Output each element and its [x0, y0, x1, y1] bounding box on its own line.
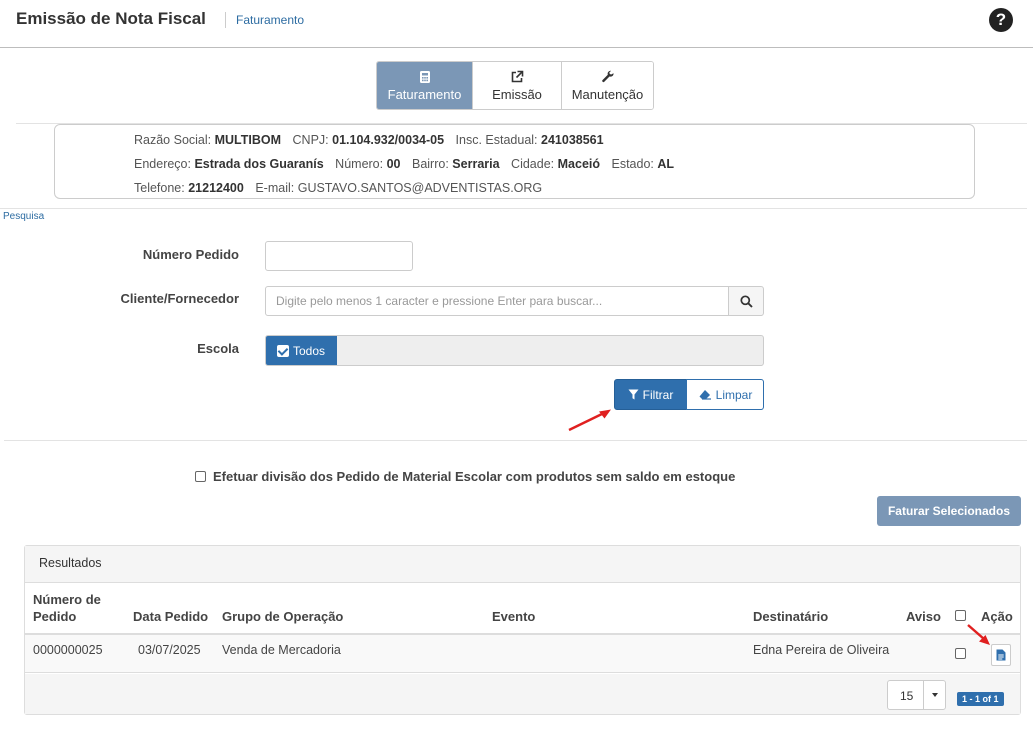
faturar-selecionados-button[interactable]: Faturar Selecionados — [877, 496, 1021, 526]
eraser-icon — [699, 389, 711, 400]
filtrar-button[interactable]: Filtrar — [614, 379, 687, 410]
table-row[interactable]: 0000000025 03/07/2025 Venda de Mercadori… — [25, 635, 1020, 673]
endereco-value: Estrada dos Guaranís — [194, 157, 324, 171]
email-value: GUSTAVO.SANTOS@ADVENTISTAS.ORG — [297, 181, 543, 195]
file-text-icon — [996, 649, 1006, 661]
external-link-icon — [511, 70, 524, 82]
tab-label: Emissão — [492, 86, 542, 102]
pagination-info: 1 - 1 of 1 — [957, 692, 1004, 706]
search-icon — [739, 294, 753, 308]
company-line-1: Razão Social: MULTIBOM CNPJ: 01.104.932/… — [134, 133, 604, 147]
tab-manutencao[interactable]: Manutenção — [561, 62, 653, 109]
page-size-dropdown-toggle[interactable] — [923, 681, 945, 709]
escola-todos-chip[interactable]: Todos — [266, 336, 337, 365]
tab-label: Faturamento — [387, 86, 462, 102]
results-panel: Resultados Número de Pedido Data Pedido … — [24, 545, 1021, 715]
escola-selected-label: Todos — [293, 343, 326, 358]
col-grupo-operacao[interactable]: Grupo de Operação — [222, 609, 343, 624]
annotation-arrow-icon — [967, 624, 990, 645]
emitir-nota-button[interactable] — [991, 644, 1011, 666]
results-title: Resultados — [25, 546, 1020, 583]
escola-label: Escola — [197, 341, 239, 356]
page-size-value: 15 — [900, 689, 914, 703]
tab-faturamento[interactable]: Faturamento — [377, 62, 472, 109]
divisao-checkbox[interactable] — [195, 471, 206, 482]
caret-down-icon — [931, 693, 938, 697]
cidade-value: Maceió — [557, 157, 601, 171]
cnpj-value: 01.104.932/0034-05 — [332, 133, 445, 147]
razao-social-value: MULTIBOM — [214, 133, 282, 147]
numero-pedido-input[interactable] — [265, 241, 413, 271]
company-info-card: Razão Social: MULTIBOM CNPJ: 01.104.932/… — [54, 124, 975, 199]
page-header: Emissão de Nota Fiscal Faturamento ? — [0, 0, 1033, 48]
section-label-pesquisa: Pesquisa — [3, 211, 45, 222]
estado-value: AL — [657, 157, 675, 171]
numero-pedido-label: Número Pedido — [142, 247, 239, 262]
question-circle-icon[interactable]: ? — [989, 8, 1013, 32]
select-all-checkbox[interactable] — [955, 610, 966, 621]
col-numero-pedido[interactable]: Número de Pedido — [33, 591, 101, 625]
divisao-option[interactable]: Efetuar divisão dos Pedido de Material E… — [195, 469, 735, 484]
telefone-value: 21212400 — [188, 181, 244, 195]
page-size-select[interactable]: 15 — [887, 680, 946, 710]
calculator-icon — [419, 70, 430, 83]
cliente-fornecedor-input[interactable]: Digite pelo menos 1 caracter e pressione… — [265, 286, 729, 316]
annotation-arrow-icon — [568, 409, 611, 432]
numero-value: 00 — [386, 157, 401, 171]
col-aviso[interactable]: Aviso — [906, 609, 941, 624]
inscricao-estadual-value: 241038561 — [541, 133, 604, 147]
filtrar-label: Filtrar — [642, 387, 674, 402]
check-square-icon — [277, 344, 289, 357]
col-data-pedido[interactable]: Data Pedido — [133, 609, 208, 624]
cell-grupo: Venda de Mercadoria — [222, 643, 341, 657]
cliente-fornecedor-label: Cliente/Fornecedor — [120, 291, 239, 306]
col-evento[interactable]: Evento — [492, 609, 535, 624]
divisao-label: Efetuar divisão dos Pedido de Material E… — [213, 469, 736, 484]
page-title: Emissão de Nota Fiscal — [16, 9, 206, 28]
divider — [0, 208, 1027, 209]
tab-emissao[interactable]: Emissão — [472, 62, 561, 109]
bairro-value: Serraria — [452, 157, 500, 171]
escola-selector[interactable]: Todos — [265, 335, 764, 366]
col-destinatario[interactable]: Destinatário — [753, 609, 828, 624]
header-separator — [225, 12, 226, 28]
results-table-header: Número de Pedido Data Pedido Grupo de Op… — [25, 584, 1020, 635]
tab-label: Manutenção — [571, 86, 644, 102]
company-line-3: Telefone: 21212400 E-mail: GUSTAVO.SANTO… — [134, 181, 543, 195]
module-tabs: Faturamento Emissão Manutenção — [376, 61, 654, 110]
company-line-2: Endereço: Estrada dos Guaranís Número: 0… — [134, 157, 675, 171]
filter-icon — [628, 389, 639, 400]
divider — [4, 440, 1027, 441]
breadcrumb[interactable]: Faturamento — [236, 13, 304, 27]
row-select-checkbox[interactable] — [955, 648, 966, 659]
cell-numero: 0000000025 — [33, 643, 103, 657]
limpar-button[interactable]: Limpar — [686, 379, 764, 410]
cell-data: 03/07/2025 — [138, 643, 201, 657]
wrench-icon — [601, 70, 614, 82]
search-button[interactable] — [728, 286, 764, 316]
limpar-label: Limpar — [715, 387, 753, 402]
cell-destinatario: Edna Pereira de Oliveira — [753, 643, 890, 657]
results-footer: 15 1 - 1 of 1 — [25, 674, 1020, 714]
